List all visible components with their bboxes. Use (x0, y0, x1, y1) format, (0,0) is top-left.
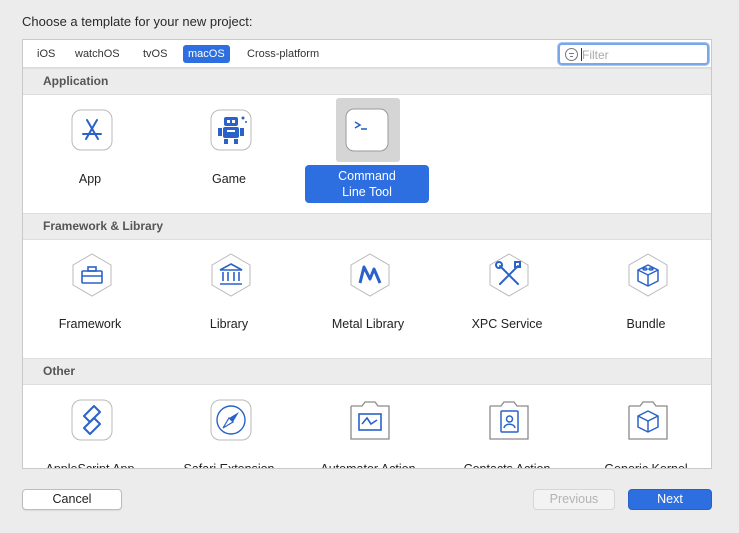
filter-field[interactable] (558, 43, 709, 65)
template-label: Bundle (626, 317, 666, 331)
template-label: App (78, 172, 102, 186)
template-label: Library (209, 317, 249, 331)
cancel-button[interactable]: Cancel (22, 489, 122, 510)
tab-watchos[interactable]: watchOS (70, 45, 125, 63)
template-app[interactable]: App (25, 98, 155, 208)
building-columns-icon (209, 253, 253, 297)
template-label: Generic Kernel (604, 462, 688, 469)
template-label: XPC Service (471, 317, 543, 331)
app-store-icon (70, 108, 114, 152)
section-header-other: Other (23, 358, 711, 385)
tab-macos[interactable]: macOS (183, 45, 230, 63)
applescript-icon (70, 398, 114, 442)
filter-icon (565, 48, 578, 61)
template-game[interactable]: Game (164, 98, 294, 208)
filter-input[interactable] (582, 46, 702, 63)
tab-tvos[interactable]: tvOS (138, 45, 172, 63)
template-label: Metal Library (331, 317, 405, 331)
dialog-heading: Choose a template for your new project: (22, 14, 253, 29)
tab-cross-platform[interactable]: Cross-platform (242, 45, 324, 63)
kernel-brick-icon (626, 398, 670, 442)
template-label: Framework (58, 317, 122, 331)
template-library[interactable]: Library (164, 243, 294, 353)
template-label: Command Line Tool (305, 165, 429, 203)
previous-button[interactable]: Previous (533, 489, 615, 510)
template-panel: iOS watchOS tvOS macOS Cross-platform Ap… (22, 39, 712, 469)
platform-tab-bar: iOS watchOS tvOS macOS Cross-platform (23, 40, 711, 68)
template-bundle[interactable]: Bundle (581, 243, 711, 353)
automator-icon (348, 398, 392, 442)
template-automator-action[interactable]: Automator Action (303, 388, 433, 469)
template-label: Safari Extension (183, 462, 275, 469)
template-applescript-app[interactable]: AppleScript App (25, 388, 155, 469)
template-label: Automator Action (320, 462, 416, 469)
template-label: AppleScript App (45, 462, 135, 469)
contacts-icon (487, 398, 531, 442)
template-label: Contacts Action (463, 462, 551, 469)
wrench-screwdriver-icon (487, 253, 531, 297)
compass-icon (209, 398, 253, 442)
template-metal-library[interactable]: Metal Library (303, 243, 433, 353)
template-framework[interactable]: Framework (25, 243, 155, 353)
terminal-icon (345, 108, 389, 152)
template-safari-extension[interactable]: Safari Extension (164, 388, 294, 469)
lego-brick-icon (626, 253, 670, 297)
template-contacts-action[interactable]: Contacts Action (442, 388, 572, 469)
toolbox-icon (70, 253, 114, 297)
section-header-framework-library: Framework & Library (23, 213, 711, 240)
template-chooser-sheet: Choose a template for your new project: … (0, 0, 740, 533)
template-command-line-tool[interactable]: Command Line Tool (305, 98, 435, 208)
template-xpc-service[interactable]: XPC Service (442, 243, 572, 353)
tab-ios[interactable]: iOS (32, 45, 60, 63)
metal-icon (348, 253, 392, 297)
next-button[interactable]: Next (628, 489, 712, 510)
template-label: Game (211, 172, 247, 186)
game-robot-icon (209, 108, 253, 152)
section-header-application: Application (23, 68, 711, 95)
template-generic-kernel[interactable]: Generic Kernel (581, 388, 711, 469)
